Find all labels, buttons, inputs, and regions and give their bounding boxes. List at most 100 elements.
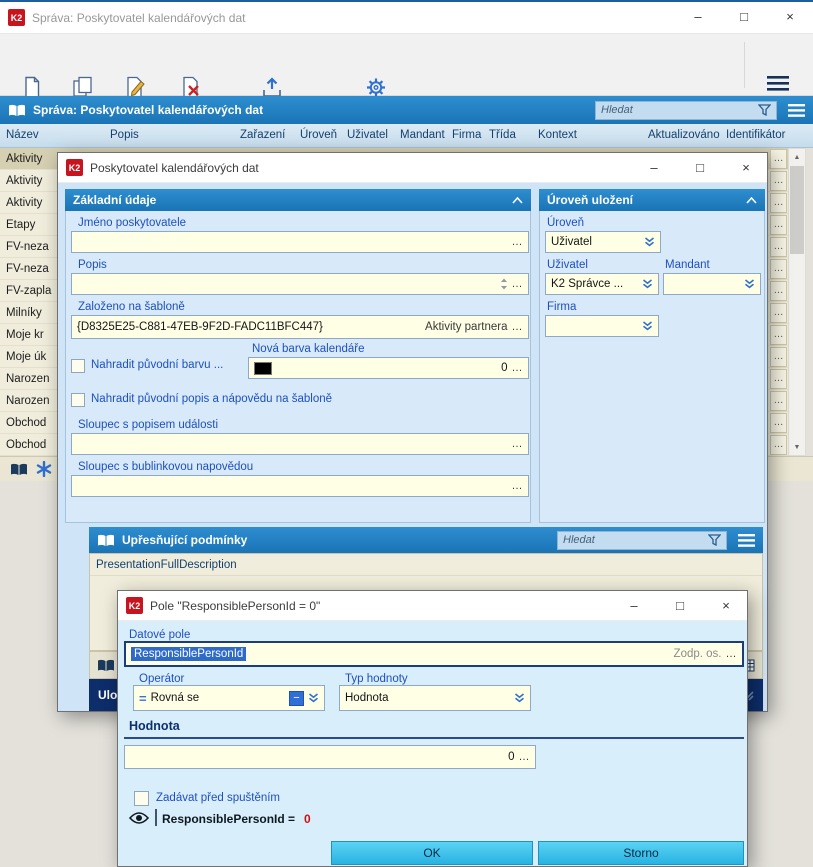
book-view-icon[interactable]: [97, 659, 115, 672]
col-uroven[interactable]: Úroveň: [300, 129, 337, 141]
maximize-button[interactable]: □: [721, 2, 767, 31]
col-mandant[interactable]: Mandant: [400, 129, 445, 141]
basic-section-header[interactable]: Základní údaje: [65, 189, 531, 211]
filter-funnel-icon[interactable]: [758, 104, 771, 116]
ellipsis-button[interactable]: …: [519, 751, 531, 763]
operator-dropdown[interactable]: = Rovná se −: [133, 685, 325, 711]
ellipsis-button[interactable]: …: [512, 480, 524, 492]
provider-dialog-titlebar[interactable]: K2 Poskytovatel kalendářových dat – □ ×: [58, 153, 767, 183]
main-titlebar[interactable]: K2 Správa: Poskytovatel kalendářových da…: [0, 2, 813, 34]
minus-box-icon[interactable]: −: [289, 690, 304, 706]
color-swatch[interactable]: [254, 361, 272, 375]
ellipsis-button[interactable]: …: [512, 362, 524, 374]
col-identifikator[interactable]: Identifikátor: [726, 129, 785, 141]
basic-section-title: Základní údaje: [73, 193, 157, 207]
row-ellipsis-button[interactable]: …: [770, 192, 787, 213]
condition-row[interactable]: PresentationFullDescription: [90, 554, 762, 576]
row-ellipsis-button[interactable]: …: [770, 412, 787, 433]
close-button[interactable]: ×: [767, 2, 813, 31]
provider-name-input[interactable]: …: [71, 231, 529, 253]
event-col-input[interactable]: …: [71, 433, 529, 455]
dropdown-chevrons-icon[interactable]: [642, 279, 653, 289]
field-dialog-titlebar[interactable]: K2 Pole "ResponsiblePersonId = 0" – □ ×: [118, 591, 747, 621]
minimize-button[interactable]: –: [675, 2, 721, 31]
dropdown-chevrons-icon[interactable]: [514, 693, 525, 703]
collapse-chevron-icon[interactable]: [512, 196, 523, 204]
asterisk-view-icon[interactable]: [36, 461, 52, 477]
ellipsis-button[interactable]: …: [512, 278, 524, 290]
user-dropdown[interactable]: K2 Správce ...: [545, 273, 659, 295]
scroll-down-button[interactable]: ▼: [789, 439, 805, 455]
value-input[interactable]: 0 …: [124, 745, 536, 769]
scroll-thumb[interactable]: [790, 166, 804, 254]
row-ellipsis-button[interactable]: …: [770, 368, 787, 389]
user-value: K2 Správce ...: [551, 278, 624, 290]
row-ellipsis-button[interactable]: …: [770, 346, 787, 367]
col-uzivatel[interactable]: Uživatel: [347, 129, 388, 141]
col-nazev[interactable]: Název: [6, 129, 39, 141]
row-ellipsis-button[interactable]: …: [770, 236, 787, 257]
ellipsis-button[interactable]: …: [726, 648, 738, 660]
prompt-checkbox[interactable]: [134, 791, 149, 806]
preview-separator: [155, 809, 157, 826]
replace-color-checkbox[interactable]: [71, 359, 85, 373]
collapse-chevron-icon[interactable]: [746, 196, 757, 204]
search-box[interactable]: Hledat: [595, 100, 777, 120]
row-ellipsis-button[interactable]: …: [770, 214, 787, 235]
new-color-value: 0: [501, 362, 508, 374]
col-aktualizovano[interactable]: Aktualizováno: [648, 129, 720, 141]
dropdown-chevrons-icon[interactable]: [744, 279, 755, 289]
row-ellipsis-button[interactable]: …: [770, 302, 787, 323]
ellipsis-button[interactable]: …: [512, 321, 524, 333]
hint-col-input[interactable]: …: [71, 475, 529, 497]
conditions-search-box[interactable]: Hledat: [557, 530, 727, 550]
dropdown-chevrons-icon[interactable]: [308, 693, 319, 703]
template-input[interactable]: {D8325E25-C881-47EB-9F2D-FADC11BFC447} A…: [71, 315, 529, 339]
dropdown-chevrons-icon[interactable]: [644, 237, 655, 247]
ok-button[interactable]: OK: [331, 841, 533, 865]
minimize-button[interactable]: –: [631, 153, 677, 182]
provider-name-label: Jméno poskytovatele: [78, 217, 187, 229]
minimize-button[interactable]: –: [611, 591, 657, 620]
row-ellipsis-button[interactable]: …: [770, 324, 787, 345]
col-zarazeni[interactable]: Zařazení: [240, 129, 285, 141]
book-view-icon[interactable]: [10, 463, 28, 476]
replace-desc-checkbox[interactable]: [71, 393, 85, 407]
col-popis[interactable]: Popis: [110, 129, 139, 141]
main-toolbar: Nový Kopie Změna Smazat Export/import▾ S…: [0, 34, 813, 120]
row-ellipsis-button[interactable]: …: [770, 434, 787, 455]
ellipsis-button[interactable]: …: [512, 236, 524, 248]
maximize-button[interactable]: □: [677, 153, 723, 182]
spinner-icon[interactable]: [500, 277, 508, 291]
mandant-dropdown[interactable]: [663, 273, 761, 295]
cancel-button[interactable]: Storno: [538, 841, 744, 865]
row-ellipsis-button[interactable]: …: [770, 170, 787, 191]
level-section-header[interactable]: Úroveň uložení: [539, 189, 765, 211]
value-type-dropdown[interactable]: Hodnota: [339, 685, 531, 711]
col-kontext[interactable]: Kontext: [538, 129, 577, 141]
close-button[interactable]: ×: [703, 591, 749, 620]
firma-label: Firma: [547, 301, 577, 313]
data-field-input[interactable]: ResponsiblePersonId Zodp. os. …: [124, 641, 744, 667]
main-scrollbar[interactable]: ▲ ▼: [788, 148, 806, 456]
row-ellipsis-button[interactable]: …: [770, 280, 787, 301]
new-color-input[interactable]: 0 …: [248, 357, 529, 379]
toolbar-separator: [744, 42, 745, 88]
row-ellipsis-button[interactable]: …: [770, 148, 787, 169]
row-ellipsis-button[interactable]: …: [770, 258, 787, 279]
col-trida[interactable]: Třída: [489, 129, 516, 141]
row-ellipsis-button[interactable]: …: [770, 390, 787, 411]
close-button[interactable]: ×: [723, 153, 769, 182]
level-dropdown[interactable]: Uživatel: [545, 231, 661, 253]
maximize-button[interactable]: □: [657, 591, 703, 620]
k2-logo: K2: [8, 9, 25, 26]
panel-menu-icon[interactable]: [788, 103, 805, 117]
conditions-menu-icon[interactable]: [738, 533, 755, 547]
filter-funnel-icon[interactable]: [708, 534, 721, 546]
ellipsis-button[interactable]: …: [512, 438, 524, 450]
firma-dropdown[interactable]: [545, 315, 659, 337]
scroll-up-button[interactable]: ▲: [789, 149, 805, 165]
description-input[interactable]: …: [71, 273, 529, 295]
dropdown-chevrons-icon[interactable]: [642, 321, 653, 331]
col-firma[interactable]: Firma: [452, 129, 481, 141]
